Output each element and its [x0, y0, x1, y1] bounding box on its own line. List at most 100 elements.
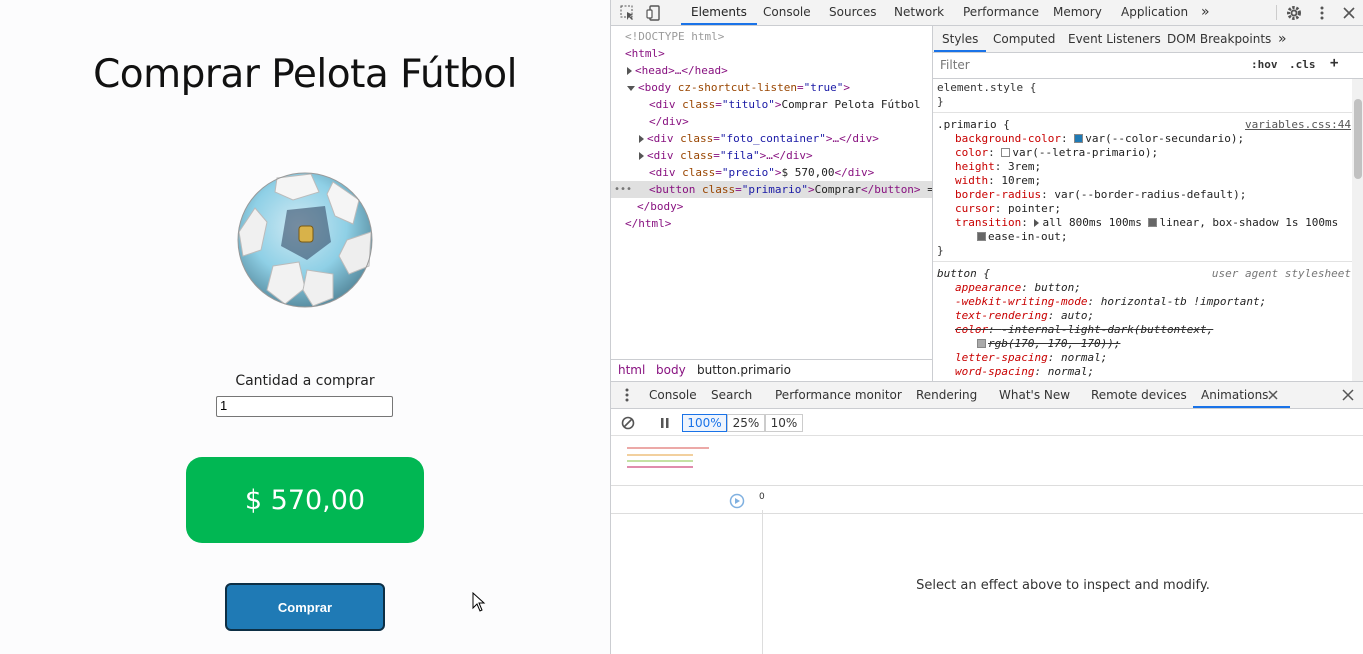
- speed-10-button[interactable]: 10%: [765, 414, 803, 432]
- drawer-tab-search[interactable]: Search: [711, 382, 752, 408]
- scrollbar-thumb[interactable]: [1354, 99, 1362, 179]
- quantity-input[interactable]: 1: [216, 396, 393, 417]
- css-property[interactable]: border-radius: var(--border-radius-defau…: [955, 188, 1363, 202]
- inspect-element-icon[interactable]: [619, 4, 637, 22]
- css-property[interactable]: text-rendering: auto;: [955, 309, 1363, 323]
- animation-preview-lines[interactable]: [627, 446, 717, 472]
- styles-scrollbar[interactable]: [1352, 79, 1363, 381]
- css-property[interactable]: appearance: button;: [955, 281, 1363, 295]
- tree-div-titulo[interactable]: <div class="titulo">Comprar Pelota Fútbo…: [611, 96, 932, 113]
- css-property[interactable]: background-color: var(--color-secundario…: [955, 132, 1363, 146]
- tab-performance[interactable]: Performance: [963, 0, 1039, 25]
- drawer-tab-rendering[interactable]: Rendering: [916, 382, 977, 408]
- color-swatch-icon[interactable]: [1074, 134, 1084, 143]
- tree-body[interactable]: <body cz-shortcut-listen="true">: [611, 79, 932, 96]
- settings-gear-icon[interactable]: [1285, 4, 1303, 22]
- tab-styles[interactable]: Styles: [934, 26, 987, 52]
- more-tabs-icon[interactable]: »: [1278, 26, 1287, 52]
- tree-html[interactable]: <html>: [611, 45, 932, 62]
- rule-primario-source-link[interactable]: variables.css:44: [1245, 118, 1351, 132]
- more-dots-icon[interactable]: •••: [614, 181, 632, 198]
- drawer-menu-icon[interactable]: [623, 387, 631, 403]
- rule-close-brace: }: [937, 95, 944, 108]
- tab-console[interactable]: Console: [763, 0, 811, 25]
- pause-all-icon[interactable]: [659, 417, 671, 429]
- breadcrumb-button-primario[interactable]: button.primario: [697, 360, 791, 380]
- element-style-selector[interactable]: element.style {: [937, 81, 1357, 95]
- breadcrumb-html[interactable]: html: [618, 360, 645, 380]
- tab-elements[interactable]: Elements: [681, 0, 757, 25]
- tree-div-fila[interactable]: <div class="fila">…</div>: [611, 147, 932, 164]
- class-toggle-button[interactable]: .cls: [1289, 58, 1316, 71]
- rule-close-brace: }: [937, 244, 944, 257]
- breadcrumb-body[interactable]: body: [656, 360, 686, 380]
- quantity-label: Cantidad a comprar: [235, 373, 375, 389]
- replay-icon[interactable]: [729, 493, 745, 509]
- color-swatch-icon[interactable]: [1001, 148, 1011, 157]
- tab-application[interactable]: Application: [1121, 0, 1188, 25]
- css-property[interactable]: width: 10rem;: [955, 174, 1363, 188]
- drawer-tab-whats-new[interactable]: What's New: [999, 382, 1070, 408]
- devtools-panel: Elements Console Sources Network Perform…: [610, 0, 1363, 654]
- tree-body-close[interactable]: </body>: [611, 198, 932, 215]
- close-drawer-icon[interactable]: [1342, 389, 1354, 401]
- tree-html-close[interactable]: </html>: [611, 215, 932, 232]
- styles-filter-input[interactable]: Filter: [940, 58, 970, 72]
- animation-preview-area[interactable]: [611, 436, 1363, 486]
- css-property-continued: rgb(170, 170, 170));: [977, 337, 1363, 351]
- tree-div-foto[interactable]: <div class="foto_container">…</div>: [611, 130, 932, 147]
- expand-arrow-icon[interactable]: [1034, 219, 1040, 227]
- tab-event-listeners[interactable]: Event Listeners: [1068, 26, 1161, 52]
- tree-head[interactable]: <head>…</head>: [611, 62, 932, 79]
- drawer-tab-console[interactable]: Console: [649, 382, 697, 408]
- buy-button[interactable]: Comprar: [225, 583, 385, 631]
- expand-arrow-icon[interactable]: [627, 67, 632, 75]
- elements-tree: <!DOCTYPE html> <html> <head>…</head> <b…: [611, 26, 932, 361]
- animations-empty-message: Select an effect above to inspect and mo…: [916, 578, 1210, 593]
- clear-all-icon[interactable]: [621, 416, 635, 430]
- tree-div-titulo-close[interactable]: </div>: [611, 113, 932, 130]
- speed-25-button[interactable]: 25%: [727, 414, 765, 432]
- close-tab-icon[interactable]: [1268, 390, 1278, 400]
- css-property-overridden[interactable]: color: -internal-light-dark(buttontext,: [955, 323, 1363, 337]
- tab-computed[interactable]: Computed: [993, 26, 1055, 52]
- tab-dom-breakpoints[interactable]: DOM Breakpoints: [1167, 26, 1271, 52]
- tree-doctype[interactable]: <!DOCTYPE html>: [611, 28, 932, 45]
- rule-button-selector[interactable]: button {: [937, 267, 990, 280]
- drawer-tab-performance-monitor[interactable]: Performance monitor: [775, 382, 902, 408]
- css-property[interactable]: letter-spacing: normal;: [955, 351, 1363, 365]
- css-property[interactable]: transition: all 800ms 100ms linear, box-…: [955, 216, 1363, 230]
- css-property[interactable]: word-spacing: normal;: [955, 365, 1363, 379]
- animations-toolbar: 100% 25% 10%: [611, 409, 1363, 436]
- tab-sources[interactable]: Sources: [829, 0, 876, 25]
- rule-divider: [933, 112, 1353, 113]
- device-toolbar-icon[interactable]: [645, 4, 663, 22]
- easing-editor-icon[interactable]: [1148, 218, 1158, 227]
- tab-network[interactable]: Network: [894, 0, 944, 25]
- styles-tabs: Styles Computed Event Listeners DOM Brea…: [933, 26, 1363, 53]
- easing-editor-icon[interactable]: [977, 232, 986, 241]
- speed-100-button[interactable]: 100%: [682, 414, 727, 432]
- css-property[interactable]: -webkit-writing-mode: horizontal-tb !imp…: [955, 295, 1363, 309]
- css-property[interactable]: color: var(--letra-primario);: [955, 146, 1363, 160]
- mouse-cursor-icon: [472, 592, 486, 612]
- tree-button-primario[interactable]: ••• <button class="primario">Comprar</bu…: [611, 181, 932, 198]
- hover-state-button[interactable]: :hov: [1251, 58, 1278, 71]
- expand-arrow-icon[interactable]: [639, 135, 644, 143]
- tab-memory[interactable]: Memory: [1053, 0, 1102, 25]
- css-property-continued: ease-in-out;: [977, 230, 1363, 244]
- new-rule-button[interactable]: +: [1330, 55, 1338, 71]
- page-title: Comprar Pelota Fútbol: [93, 52, 517, 97]
- rule-primario-selector[interactable]: .primario {: [937, 118, 1010, 131]
- css-property[interactable]: height: 3rem;: [955, 160, 1363, 174]
- drawer-tab-animations-label: Animations: [1201, 388, 1269, 402]
- css-property[interactable]: cursor: pointer;: [955, 202, 1363, 216]
- expand-arrow-icon[interactable]: [639, 152, 644, 160]
- close-devtools-icon[interactable]: [1340, 4, 1358, 22]
- tree-div-precio[interactable]: <div class="precio">$ 570,00</div>: [611, 164, 932, 181]
- color-swatch-icon[interactable]: [977, 339, 986, 348]
- more-options-icon[interactable]: [1313, 4, 1331, 22]
- drawer-tab-remote-devices[interactable]: Remote devices: [1091, 382, 1187, 408]
- more-tabs-icon[interactable]: »: [1201, 0, 1210, 25]
- collapse-arrow-icon[interactable]: [627, 85, 635, 91]
